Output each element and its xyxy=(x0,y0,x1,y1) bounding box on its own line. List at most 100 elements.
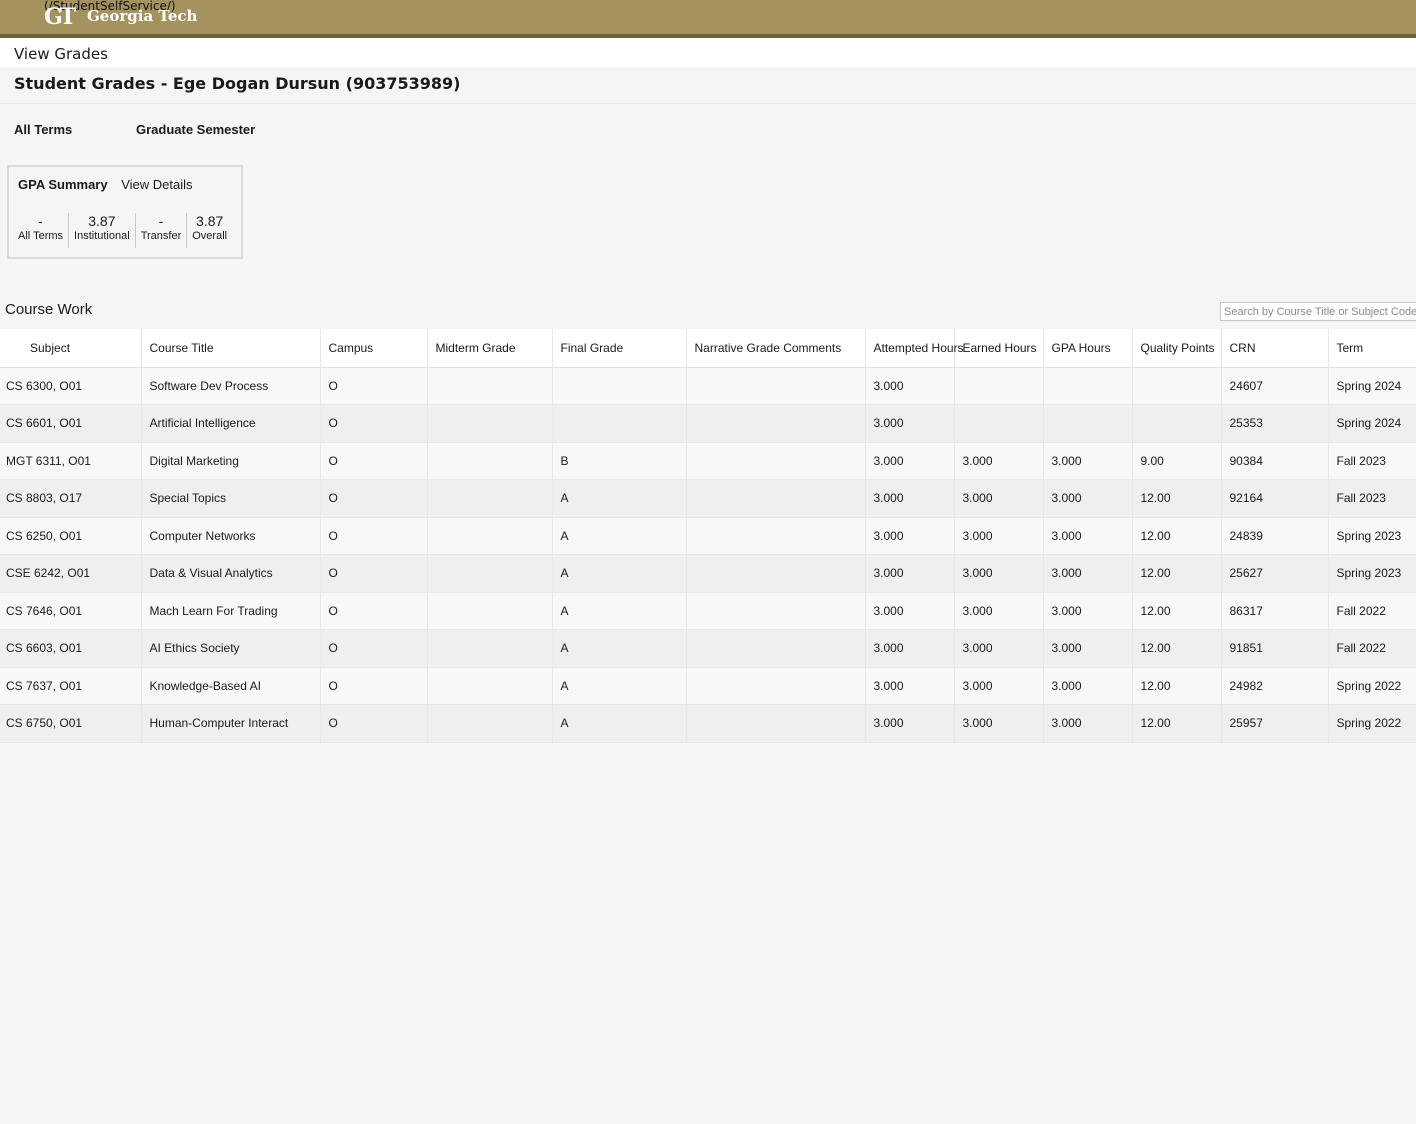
crn-cell: 25627 xyxy=(1221,554,1329,592)
subject-cell: CS 6750, O01 xyxy=(0,704,142,742)
course-work-table-wrapper: Subject Course Title Campus Midterm Grad… xyxy=(0,329,1416,743)
gpa-hours-cell: 3.000 xyxy=(1043,479,1133,517)
final-grade-cell: A xyxy=(552,629,687,667)
logo-text: Georgia Tech xyxy=(87,7,198,25)
quality-points-cell: 12.00 xyxy=(1132,517,1222,555)
gpa-hours-cell: 3.000 xyxy=(1043,704,1133,742)
table-row: CSE 6242, O01 Data & Visual Analytics O A 3.… xyxy=(0,554,1416,592)
table-row: CS 6750, O01 Human-Computer Interact O A 3.0… xyxy=(0,704,1416,742)
gpa-label: Transfer xyxy=(140,230,182,242)
gpa-summary-title: GPA Summary xyxy=(18,177,108,192)
term-cell: Fall 2022 xyxy=(1336,603,1386,618)
gpa-label: All Terms xyxy=(18,230,64,242)
midterm-grade-cell xyxy=(427,629,553,667)
gpa-hours-cell: 3.000 xyxy=(1043,517,1133,555)
midterm-grade-cell xyxy=(427,479,553,517)
term-cell: Spring 2024 xyxy=(1336,416,1402,431)
midterm-grade-cell xyxy=(427,367,553,405)
course-search-input[interactable] xyxy=(1220,302,1416,321)
crn-cell: 91851 xyxy=(1221,629,1329,667)
quality-points-cell: 12.00 xyxy=(1132,629,1222,667)
midterm-grade-cell xyxy=(427,442,553,480)
column-header-attempted-hours[interactable]: Attempted Hours xyxy=(865,329,964,367)
earned-hours-cell: 3.000 xyxy=(954,442,1044,480)
final-grade-cell: A xyxy=(552,704,687,742)
column-header-quality-points[interactable]: Quality Points xyxy=(1132,329,1222,367)
course-title-cell: Artificial Intelligence xyxy=(141,404,321,442)
gpa-hours-cell: 3.000 xyxy=(1043,629,1133,667)
term-cell: Spring 2023 xyxy=(1336,528,1402,543)
column-header-term[interactable]: Term xyxy=(1328,329,1416,367)
gpa-summary-card: GPA Summary View Details - All Terms 3.8… xyxy=(7,165,243,259)
column-header-earned-hours[interactable]: Earned Hours xyxy=(954,329,1044,367)
term-filter-all-terms[interactable]: All Terms xyxy=(14,122,72,137)
crn-cell: 25957 xyxy=(1221,704,1329,742)
column-header-narrative-comments[interactable]: Narrative Grade Comments xyxy=(686,329,866,367)
subject-cell: CS 6603, O01 xyxy=(0,629,142,667)
table-row: CS 6601, O01 Artificial Intelligence O 3.00… xyxy=(0,404,1416,442)
earned-hours-cell xyxy=(954,404,1044,442)
narrative-comments-cell xyxy=(686,667,866,705)
column-header-course-title[interactable]: Course Title xyxy=(141,329,321,367)
gpa-hours-cell: 3.000 xyxy=(1043,667,1133,705)
midterm-grade-cell xyxy=(427,704,553,742)
top-banner: (/StudentSelfService/) GT Georgia Tech xyxy=(0,0,1416,38)
campus-cell: O xyxy=(320,667,428,705)
view-details-link[interactable]: View Details xyxy=(121,177,192,192)
narrative-comments-cell xyxy=(686,442,866,480)
campus-cell: O xyxy=(320,554,428,592)
quality-points-cell xyxy=(1132,367,1222,405)
attempted-hours-cell: 3.000 xyxy=(865,442,955,480)
gpa-summary-header: GPA Summary View Details xyxy=(18,177,193,192)
campus-cell: O xyxy=(320,629,428,667)
attempted-hours-cell: 3.000 xyxy=(865,517,955,555)
column-header-midterm-grade[interactable]: Midterm Grade xyxy=(427,329,553,367)
course-title-cell: Human-Computer Interact xyxy=(141,704,321,742)
crn-cell: 24839 xyxy=(1221,517,1329,555)
column-header-gpa-hours[interactable]: GPA Hours xyxy=(1043,329,1133,367)
course-title-cell: Computer Networks xyxy=(141,517,321,555)
column-header-final-grade[interactable]: Final Grade xyxy=(552,329,687,367)
quality-points-cell: 12.00 xyxy=(1132,479,1222,517)
earned-hours-cell: 3.000 xyxy=(954,517,1044,555)
final-grade-cell: A xyxy=(552,592,687,630)
quality-points-cell: 12.00 xyxy=(1132,704,1222,742)
campus-cell: O xyxy=(320,517,428,555)
attempted-hours-cell: 3.000 xyxy=(865,667,955,705)
final-grade-cell: B xyxy=(552,442,687,480)
campus-cell: O xyxy=(320,479,428,517)
gt-logo-icon: GT xyxy=(44,4,76,30)
quality-points-cell: 12.00 xyxy=(1132,592,1222,630)
term-cell: Spring 2023 xyxy=(1336,566,1402,581)
course-title-cell: Special Topics xyxy=(141,479,321,517)
view-grades-title: View Grades xyxy=(0,38,1416,67)
midterm-grade-cell xyxy=(427,667,553,705)
campus-cell: O xyxy=(320,442,428,480)
crn-cell: 92164 xyxy=(1221,479,1329,517)
earned-hours-cell: 3.000 xyxy=(954,592,1044,630)
gpa-value: 3.87 xyxy=(88,213,116,229)
subject-cell: CS 7646, O01 xyxy=(0,592,142,630)
final-grade-cell xyxy=(552,404,687,442)
gpa-label: Institutional xyxy=(74,230,130,242)
gpa-label: Overall xyxy=(192,230,228,242)
course-work-title: Course Work xyxy=(5,301,93,318)
course-work-body: CS 6300, O01 Software Dev Process O 3.000 24… xyxy=(0,367,1416,742)
subject-cell: CSE 6242, O01 xyxy=(0,554,142,592)
column-header-subject[interactable]: Subject xyxy=(0,329,142,367)
table-row: MGT 6311, O01 Digital Marketing O B 3.000 3.0… xyxy=(0,442,1416,480)
final-grade-cell: A xyxy=(552,554,687,592)
column-header-crn[interactable]: CRN xyxy=(1221,329,1329,367)
column-header-campus[interactable]: Campus xyxy=(320,329,428,367)
table-header-row: Subject Course Title Campus Midterm Grad… xyxy=(0,329,1416,367)
table-row: CS 7637, O01 Knowledge-Based AI O A 3.000 3.0… xyxy=(0,667,1416,705)
level-filter-graduate[interactable]: Graduate Semester xyxy=(136,122,255,137)
gpa-hours-cell xyxy=(1043,404,1133,442)
table-row: CS 7646, O01 Mach Learn For Trading O A 3.00… xyxy=(0,592,1416,630)
term-cell: Fall 2023 xyxy=(1336,491,1386,506)
crn-cell: 24982 xyxy=(1221,667,1329,705)
final-grade-cell xyxy=(552,367,687,405)
final-grade-cell: A xyxy=(552,479,687,517)
quality-points-cell xyxy=(1132,404,1222,442)
gpa-cell-transfer: - Transfer xyxy=(136,213,188,248)
